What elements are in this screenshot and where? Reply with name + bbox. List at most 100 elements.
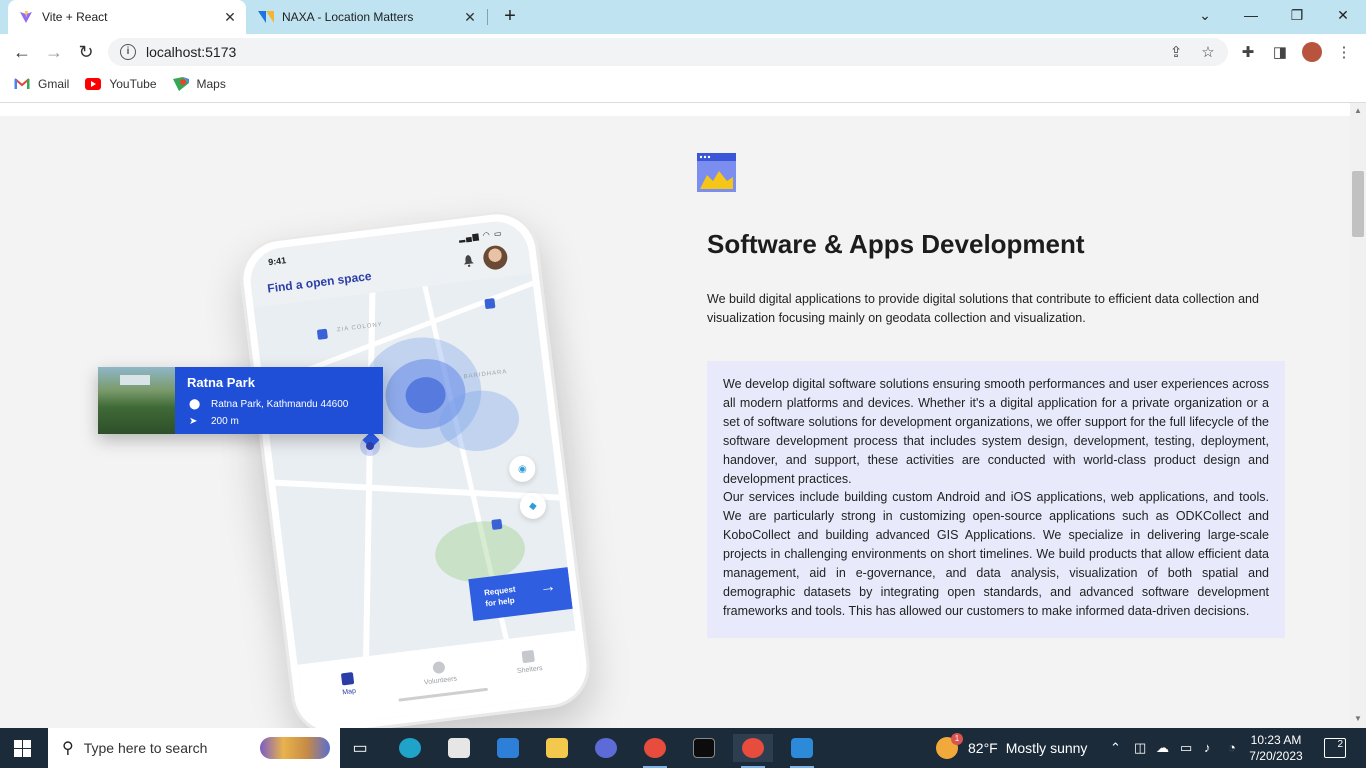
bookmark-label: YouTube (109, 77, 157, 91)
tab-search-icon[interactable]: ⌄ (1182, 0, 1228, 30)
weather-widget[interactable]: 1 82°F Mostly sunny (936, 728, 1087, 768)
file-explorer-icon[interactable] (537, 734, 577, 762)
location-distance-row: ➤ 200 m (187, 416, 383, 427)
bookmark-gmail[interactable]: Gmail (14, 77, 69, 91)
nav-label: Map (342, 687, 357, 697)
app-icon[interactable] (586, 734, 626, 762)
onedrive-icon[interactable]: ☁ (1156, 740, 1169, 756)
edge-icon[interactable] (390, 734, 430, 762)
location-pin-icon (316, 328, 328, 340)
show-hidden-icons[interactable]: ⌃ (1110, 740, 1121, 756)
chrome-icon[interactable] (733, 734, 773, 768)
nav-label: Shelters (516, 664, 544, 676)
browser-toolbar: ← → ↻ i localhost:5173 ⇪ ☆ ✚ ◨ ⋮ (0, 34, 1366, 70)
nav-map[interactable]: Map (317, 669, 379, 699)
location-address: Ratna Park, Kathmandu 44600 (211, 399, 349, 410)
browser-titlebar: Vite + React ✕ NAXA - Location Matters ✕… (0, 0, 1366, 34)
weather-text: Mostly sunny (1005, 740, 1088, 756)
menu-icon[interactable]: ⋮ (1334, 42, 1354, 62)
location-pin-icon (491, 518, 503, 530)
profile-avatar[interactable] (1302, 42, 1322, 62)
youtube-icon (85, 78, 102, 90)
scrollbar-thumb[interactable] (1352, 171, 1364, 237)
minimize-button[interactable]: — (1228, 0, 1274, 30)
bookmark-star-icon[interactable]: ☆ (1198, 42, 1218, 62)
windows-taskbar: ⚲ Type here to search ▭ 1 82°F Mostly su… (0, 728, 1366, 768)
vscode-icon[interactable] (782, 734, 822, 768)
site-info-icon[interactable]: i (120, 44, 136, 60)
wifi-icon[interactable]: ◔ (1228, 740, 1236, 755)
search-placeholder: Type here to search (83, 740, 208, 756)
page-top-strip (0, 103, 1350, 116)
nav-label: Volunteers (423, 675, 458, 687)
notification-center-icon[interactable]: 2 (1324, 738, 1346, 758)
section-heading: Software & Apps Development (707, 229, 1085, 259)
location-dot (366, 442, 374, 450)
chrome-profile-icon[interactable] (635, 734, 675, 768)
bookmark-maps[interactable]: Maps (172, 77, 226, 91)
section-details-box: We develop digital software solutions en… (707, 361, 1285, 638)
search-highlight-image (260, 737, 330, 759)
nav-shelters[interactable]: Shelters (498, 647, 560, 677)
tab-naxa[interactable]: NAXA - Location Matters ✕ (248, 0, 486, 34)
vite-icon (18, 9, 34, 25)
bookmarks-bar: Gmail YouTube Maps (0, 70, 1366, 98)
scroll-up-icon[interactable]: ▲ (1354, 106, 1362, 115)
naxa-icon (258, 9, 274, 25)
maps-icon (172, 77, 189, 91)
location-pin-icon: ⬤ (189, 399, 201, 410)
page-scrollbar[interactable]: ▲ ▼ (1350, 103, 1366, 728)
location-card[interactable]: Ratna Park ⬤ Ratna Park, Kathmandu 44600… (98, 367, 383, 434)
back-button[interactable]: ← (8, 38, 36, 66)
tab-separator (487, 9, 488, 25)
scroll-down-icon[interactable]: ▼ (1354, 714, 1362, 723)
bookmark-label: Gmail (38, 77, 70, 91)
battery-icon[interactable]: ▭ (1180, 740, 1192, 756)
forward-button[interactable]: → (40, 38, 68, 66)
share-icon[interactable]: ⇪ (1166, 42, 1186, 62)
taskbar-search[interactable]: ⚲ Type here to search (48, 728, 340, 768)
navigation-arrow-icon: ➤ (189, 416, 198, 427)
new-tab-button[interactable]: + (498, 5, 522, 29)
page-content: 9:41 ▂▄▆ ◠ ▭ Find a open space ◉ ◆ ZIA C… (0, 103, 1350, 728)
location-address-row: ⬤ Ratna Park, Kathmandu 44600 (187, 399, 383, 410)
eye-icon[interactable]: ◉ (507, 454, 537, 484)
location-pin-icon (484, 298, 496, 310)
phone-time: 9:41 (267, 255, 287, 268)
volume-icon[interactable]: ♪ (1204, 740, 1211, 755)
person-icon (432, 660, 446, 675)
close-tab-icon[interactable]: ✕ (220, 7, 240, 27)
address-bar[interactable]: i localhost:5173 (108, 38, 1228, 66)
tab-title: NAXA - Location Matters (282, 10, 414, 24)
mail-icon[interactable] (488, 734, 528, 762)
phone-mockup: 9:41 ▂▄▆ ◠ ▭ Find a open space ◉ ◆ ZIA C… (235, 206, 595, 728)
extensions-icon[interactable]: ✚ (1238, 42, 1258, 62)
phone-status-icons: ▂▄▆ ◠ ▭ (458, 228, 503, 243)
tab-title: Vite + React (42, 10, 108, 24)
task-view-icon[interactable]: ▭ (340, 734, 380, 762)
close-window-button[interactable]: ✕ (1320, 0, 1366, 30)
arrow-right-icon: → (538, 577, 557, 597)
tab-vite-react[interactable]: Vite + React ✕ (8, 0, 246, 34)
restore-button[interactable]: ❐ (1274, 0, 1320, 30)
meet-now-icon[interactable]: ◫ (1134, 740, 1146, 756)
bookmark-youtube[interactable]: YouTube (85, 77, 157, 91)
clock-time: 10:23 AM (1250, 733, 1302, 747)
side-panel-icon[interactable]: ◨ (1270, 42, 1290, 62)
terminal-icon[interactable] (684, 734, 724, 762)
system-clock[interactable]: 10:23 AM 7/20/2023 (1248, 732, 1304, 764)
nav-volunteers[interactable]: Volunteers (408, 658, 470, 688)
clock-date: 7/20/2023 (1249, 749, 1303, 763)
store-icon[interactable] (439, 734, 479, 762)
software-app-icon (697, 153, 736, 192)
reload-button[interactable]: ↻ (72, 38, 100, 66)
map-icon (340, 672, 355, 686)
windows-start-icon[interactable] (14, 740, 31, 757)
location-name: Ratna Park (187, 375, 255, 390)
weather-sun-icon: 1 (936, 733, 963, 759)
weather-temp: 82°F (968, 740, 998, 756)
search-icon: ⚲ (62, 740, 74, 757)
close-tab-icon[interactable]: ✕ (460, 7, 480, 27)
weather-alert-badge: 1 (951, 733, 963, 745)
url-text: localhost:5173 (146, 44, 237, 60)
